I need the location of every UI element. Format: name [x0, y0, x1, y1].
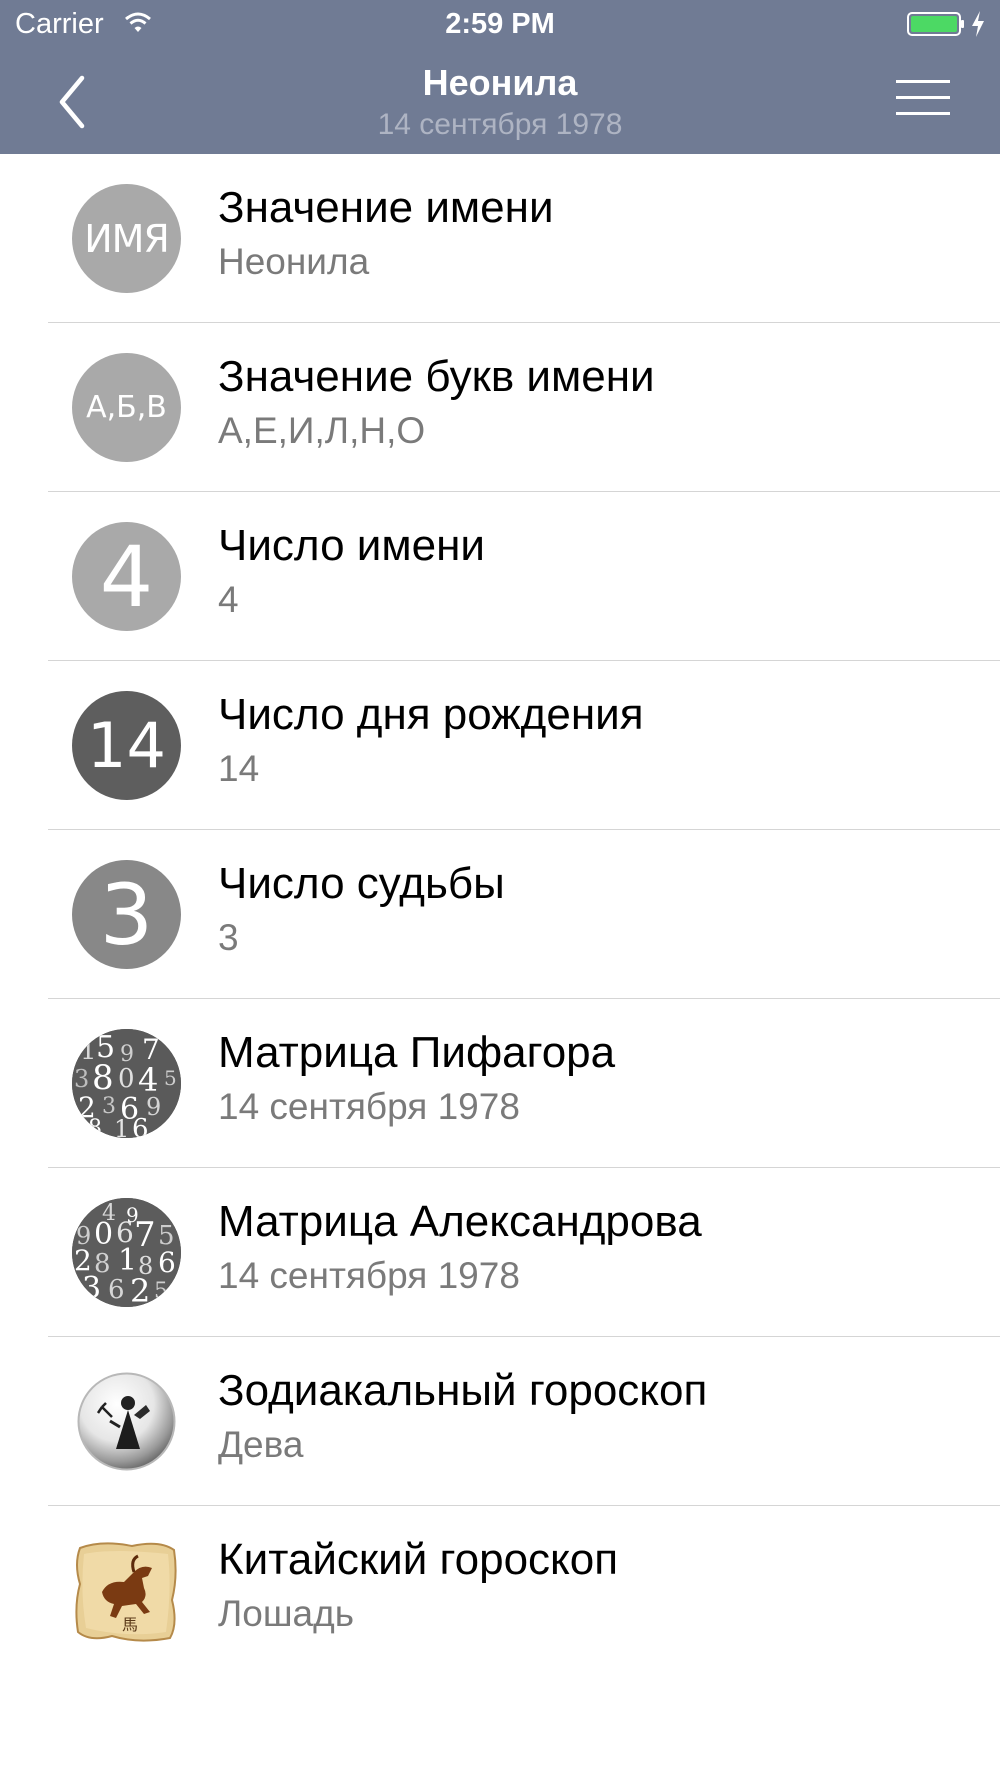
- page-title: Неонила: [422, 62, 578, 103]
- list-item-zodiac-horoscope[interactable]: Зодиакальный гороскоп Дева: [0, 1337, 1000, 1506]
- list-item-pythagoras-matrix[interactable]: 1 5 9 7 3 8 0 4 5 2 3 6 9 8 1 6 Матрица …: [0, 999, 1000, 1168]
- birthday-number-avatar-icon: 14: [72, 691, 181, 800]
- item-subtitle: Лошадь: [218, 1593, 354, 1634]
- item-title: Значение букв имени: [218, 352, 655, 401]
- item-title: Число имени: [218, 521, 485, 570]
- avatar-text: 3: [99, 865, 154, 964]
- status-bar: Carrier 2:59 PM: [0, 0, 1000, 48]
- horse-parchment-icon: 馬: [72, 1536, 181, 1645]
- item-title: Зодиакальный гороскоп: [218, 1366, 708, 1415]
- item-title: Число судьбы: [218, 859, 505, 908]
- list-item-chinese-horoscope[interactable]: 馬 Китайский гороскоп Лошадь: [0, 1506, 1000, 1675]
- list-item-birthday-number[interactable]: 14 Число дня рождения 14: [0, 661, 1000, 830]
- virgo-zodiac-icon: [72, 1367, 181, 1476]
- hamburger-menu-icon: [896, 80, 950, 115]
- item-subtitle: 14 сентября 1978: [218, 1086, 520, 1127]
- svg-text:5: 5: [164, 1066, 177, 1090]
- list-item-destiny-number[interactable]: 3 Число судьбы 3: [0, 830, 1000, 999]
- numbers-collage-icon: 1 5 9 7 3 8 0 4 5 2 3 6 9 8 1 6: [72, 1029, 181, 1138]
- item-subtitle: 14 сентября 1978: [218, 1255, 520, 1296]
- svg-text:0: 0: [94, 1217, 113, 1252]
- svg-text:6: 6: [158, 1246, 176, 1279]
- svg-text:0: 0: [118, 1064, 135, 1094]
- status-time: 2:59 PM: [445, 8, 555, 40]
- list-item-alexandrov-matrix[interactable]: 4 9 9 0 6 7 5 2 8 1 8 6 3 6 2 5 Матрица …: [0, 1168, 1000, 1337]
- item-subtitle: Неонила: [218, 241, 370, 282]
- avatar-text: А,Б,В: [86, 390, 167, 425]
- svg-text:5: 5: [154, 1279, 168, 1304]
- list-item-name-number[interactable]: 4 Число имени 4: [0, 492, 1000, 661]
- page-subtitle: 14 сентября 1978: [377, 108, 623, 141]
- menu-list: ИМЯ Значение имени Неонила А,Б,В Значени…: [0, 154, 1000, 1675]
- list-item-letters-meaning[interactable]: А,Б,В Значение букв имени А,Е,И,Л,Н,О: [0, 323, 1000, 492]
- svg-text:馬: 馬: [122, 1615, 138, 1634]
- svg-text:1: 1: [114, 1115, 129, 1138]
- svg-text:3: 3: [82, 1271, 101, 1306]
- item-subtitle: А,Е,И,Л,Н,О: [218, 410, 426, 451]
- item-title: Число дня рождения: [218, 690, 644, 739]
- charging-bolt-icon: [972, 11, 984, 37]
- avatar-text: ИМЯ: [84, 216, 170, 261]
- battery-icon: [907, 12, 964, 36]
- item-subtitle: 3: [218, 917, 239, 958]
- item-title: Китайский гороскоп: [218, 1535, 619, 1584]
- name-number-avatar-icon: 4: [72, 522, 181, 631]
- svg-text:7: 7: [134, 1215, 156, 1255]
- list-item-name-meaning[interactable]: ИМЯ Значение имени Неонила: [0, 154, 1000, 323]
- svg-text:6: 6: [132, 1114, 149, 1138]
- item-title: Значение имени: [218, 183, 554, 232]
- item-subtitle: 4: [218, 579, 239, 620]
- destiny-number-avatar-icon: 3: [72, 860, 181, 969]
- item-subtitle: Дева: [218, 1424, 304, 1465]
- navigation-bar: Неонила 14 сентября 1978: [0, 48, 1000, 154]
- name-avatar-icon: ИМЯ: [72, 184, 181, 293]
- item-title: Матрица Александрова: [218, 1197, 702, 1246]
- menu-button[interactable]: [896, 78, 952, 118]
- svg-text:2: 2: [130, 1272, 150, 1307]
- svg-text:8: 8: [88, 1116, 102, 1138]
- avatar-text: 14: [87, 709, 166, 782]
- item-subtitle: 14: [218, 748, 260, 789]
- avatar-text: 4: [99, 527, 154, 626]
- svg-text:3: 3: [74, 1065, 89, 1093]
- numbers-collage-icon: 4 9 9 0 6 7 5 2 8 1 8 6 3 6 2 5: [72, 1198, 181, 1307]
- svg-text:6: 6: [108, 1275, 125, 1305]
- item-title: Матрица Пифагора: [218, 1028, 616, 1077]
- letters-avatar-icon: А,Б,В: [72, 353, 181, 462]
